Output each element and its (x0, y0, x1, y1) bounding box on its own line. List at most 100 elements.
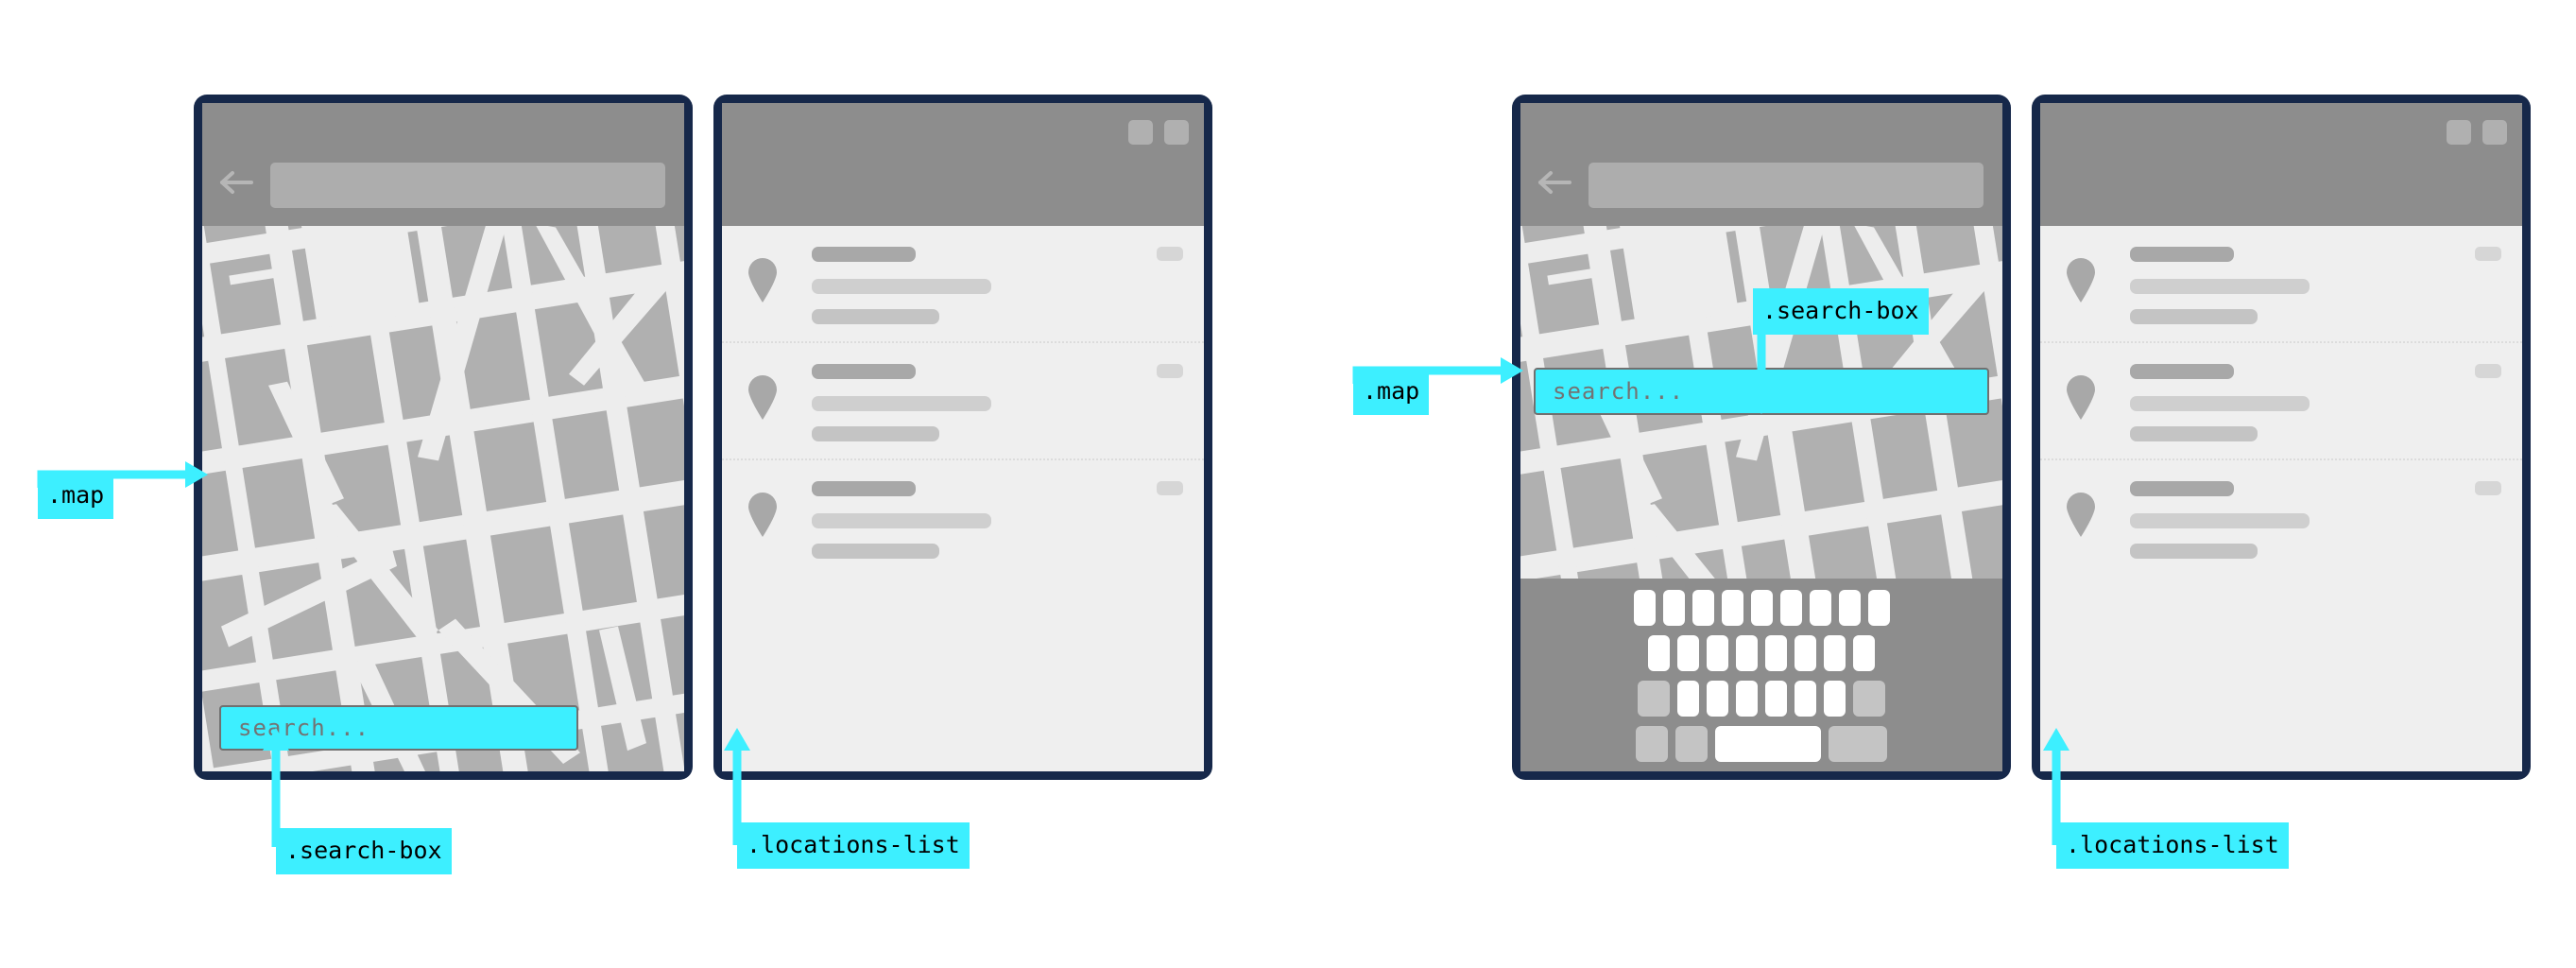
keyboard-symbols-key[interactable] (1636, 726, 1668, 762)
list-item-line1-placeholder (2130, 279, 2310, 294)
keyboard-emoji-key[interactable] (1675, 726, 1708, 762)
keyboard-key[interactable] (1648, 635, 1670, 671)
keyboard-key[interactable] (1736, 635, 1758, 671)
status-badge (2475, 247, 2501, 261)
list-item-line1-placeholder (2130, 513, 2310, 528)
callout-label-map-a: .map (38, 473, 114, 519)
phone-frame-b-list (2032, 95, 2531, 780)
keyboard-key[interactable] (1662, 590, 1685, 626)
keyboard-key[interactable] (1779, 590, 1802, 626)
keyboard-key[interactable] (1824, 681, 1846, 717)
callout-label-search-box-a: .search-box (276, 828, 452, 874)
locations-list-screen-b (2040, 103, 2522, 771)
map-screen-a: search... (202, 103, 684, 771)
locations-list-a (722, 226, 1204, 771)
back-arrow-icon[interactable] (1537, 169, 1575, 196)
list-item-line2-placeholder (2130, 426, 2258, 441)
map-screen-b: search... (1520, 103, 2002, 771)
status-badge (2475, 364, 2501, 378)
phone-frame-a-map: search... (194, 95, 693, 780)
keyboard-key[interactable] (1707, 635, 1728, 671)
header-square-icon[interactable] (1164, 120, 1189, 145)
status-badge (1157, 364, 1183, 378)
map-pin-icon (747, 375, 779, 421)
callout-arrow-search-box-b (1743, 321, 1781, 416)
locations-list-screen-a (722, 103, 1204, 771)
list-header-b (2040, 103, 2522, 226)
list-item[interactable] (722, 226, 1204, 343)
keyboard-key[interactable] (1795, 681, 1816, 717)
status-badge (1157, 247, 1183, 261)
list-item-title-placeholder (812, 364, 916, 379)
topbar-search-field-b[interactable] (1589, 163, 1984, 208)
keyboard-key[interactable] (1809, 590, 1831, 626)
keyboard-row-4 (1528, 726, 1995, 762)
keyboard-backspace-key[interactable] (1853, 681, 1885, 717)
list-item-line2-placeholder (2130, 309, 2258, 324)
list-item[interactable] (722, 343, 1204, 460)
callout-label-locations-list-a: .locations-list (737, 822, 970, 869)
back-arrow-icon[interactable] (219, 169, 257, 196)
list-item[interactable] (2040, 343, 2522, 460)
keyboard-shift-key[interactable] (1638, 681, 1670, 717)
keyboard-key[interactable] (1838, 590, 1861, 626)
callout-label-search-box-b: .search-box (1753, 288, 1929, 335)
list-item-line2-placeholder (812, 426, 939, 441)
header-square-icon[interactable] (1128, 120, 1153, 145)
list-item-title-placeholder (2130, 481, 2234, 496)
search-placeholder-b: search... (1553, 378, 1685, 405)
keyboard-key[interactable] (1867, 590, 1890, 626)
list-item[interactable] (722, 460, 1204, 578)
keyboard-key[interactable] (1707, 681, 1728, 717)
list-header-a (722, 103, 1204, 226)
keyboard-key[interactable] (1736, 681, 1758, 717)
keyboard-key[interactable] (1765, 681, 1787, 717)
keyboard-key[interactable] (1677, 635, 1699, 671)
phone-frame-b-map: search... (1512, 95, 2011, 780)
keyboard-key[interactable] (1795, 635, 1816, 671)
status-badge (2475, 481, 2501, 495)
keyboard-key[interactable] (1765, 635, 1787, 671)
keyboard-spacebar[interactable] (1715, 726, 1821, 762)
list-item-line1-placeholder (2130, 396, 2310, 411)
keyboard-key[interactable] (1692, 590, 1714, 626)
onscreen-keyboard[interactable] (1520, 579, 2002, 771)
callout-label-locations-list-b: .locations-list (2056, 822, 2289, 869)
list-item-title-placeholder (812, 247, 916, 262)
keyboard-row-3 (1528, 681, 1995, 717)
header-square-icon[interactable] (2482, 120, 2507, 145)
list-item-title-placeholder (2130, 364, 2234, 379)
status-badge (1157, 481, 1183, 495)
list-item-line2-placeholder (812, 309, 939, 324)
list-item-line1-placeholder (812, 279, 991, 294)
keyboard-row-2 (1528, 635, 1995, 671)
list-item-title-placeholder (2130, 247, 2234, 262)
callout-label-map-b: .map (1353, 369, 1430, 415)
map-pin-icon (2065, 375, 2097, 421)
keyboard-key[interactable] (1721, 590, 1743, 626)
list-item[interactable] (2040, 460, 2522, 578)
mockup-canvas: search... search... .map .search-box .lo… (0, 0, 2576, 968)
header-square-icon[interactable] (2447, 120, 2471, 145)
list-item-line1-placeholder (812, 396, 991, 411)
keyboard-key[interactable] (1853, 635, 1875, 671)
keyboard-key[interactable] (1633, 590, 1656, 626)
list-item[interactable] (2040, 226, 2522, 343)
list-item-line1-placeholder (812, 513, 991, 528)
map-pin-icon (2065, 258, 2097, 303)
map-pin-icon (2065, 493, 2097, 538)
map-pin-icon (747, 258, 779, 303)
keyboard-return-key[interactable] (1829, 726, 1887, 762)
keyboard-key[interactable] (1677, 681, 1699, 717)
map-topbar-a (202, 103, 684, 226)
map-pin-icon (747, 493, 779, 538)
list-item-line2-placeholder (812, 544, 939, 559)
keyboard-key[interactable] (1824, 635, 1846, 671)
list-item-line2-placeholder (2130, 544, 2258, 559)
topbar-search-field-a[interactable] (270, 163, 665, 208)
phone-frame-a-list (713, 95, 1212, 780)
list-item-title-placeholder (812, 481, 916, 496)
keyboard-row-1 (1528, 590, 1995, 626)
keyboard-key[interactable] (1750, 590, 1773, 626)
locations-list-b (2040, 226, 2522, 771)
